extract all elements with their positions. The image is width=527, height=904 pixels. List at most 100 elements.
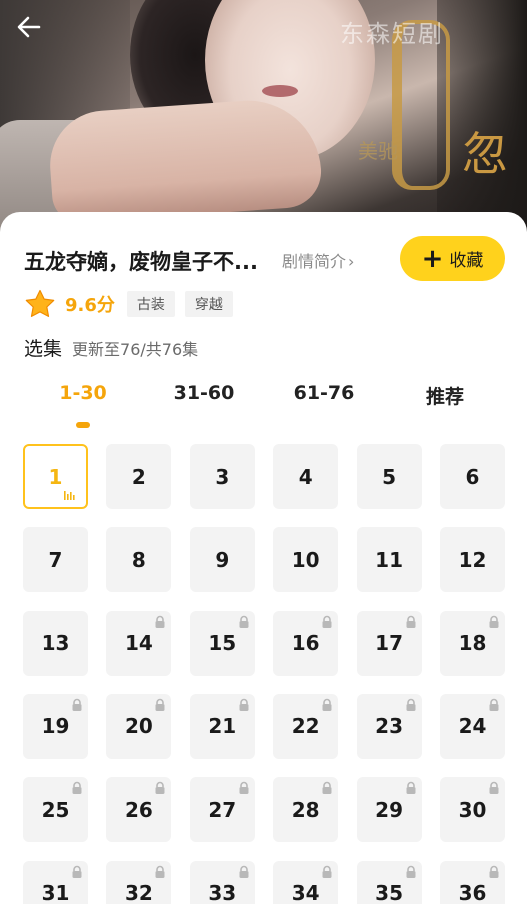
episode-cell[interactable]: 28 xyxy=(273,777,339,843)
lock-icon xyxy=(322,781,332,795)
episode-section-title: 选集 xyxy=(24,338,63,360)
episode-number: 12 xyxy=(458,547,487,572)
episode-cell[interactable]: 11 xyxy=(356,527,422,593)
episode-cell[interactable]: 29 xyxy=(356,777,422,843)
lock-icon xyxy=(489,865,499,878)
episode-number: 4 xyxy=(298,464,313,489)
episode-update-status: 更新至76/共76集 xyxy=(72,340,199,359)
episode-number: 15 xyxy=(208,631,237,656)
episode-cell[interactable]: 36 xyxy=(440,860,505,904)
episode-cell[interactable]: 13 xyxy=(23,610,88,676)
lock-icon xyxy=(155,698,165,711)
episode-cell[interactable]: 6 xyxy=(440,444,505,509)
episode-cell[interactable]: 9 xyxy=(189,527,255,593)
lock-icon xyxy=(239,781,249,795)
episode-cell[interactable]: 10 xyxy=(273,527,339,593)
rating-score: 9.6分 xyxy=(65,295,115,316)
favorite-label: 收藏 xyxy=(449,251,484,271)
detail-sheet: 五龙夺嫡，废物皇子不... 剧情简介 › + 收藏 9.6分 古装 穿越 选集 更… xyxy=(0,212,527,904)
tab-recommended[interactable]: 推荐 xyxy=(400,382,490,409)
chevron-right-icon: › xyxy=(348,252,355,271)
lock-icon xyxy=(239,865,249,878)
episode-number: 22 xyxy=(291,714,320,739)
lock-icon xyxy=(322,698,332,711)
episode-cell[interactable]: 25 xyxy=(23,777,88,843)
episode-cell[interactable]: 34 xyxy=(273,860,339,904)
episode-number: 20 xyxy=(124,714,153,739)
episode-cell[interactable]: 8 xyxy=(106,527,172,593)
episode-cell[interactable]: 31 xyxy=(23,860,88,904)
episode-number: 36 xyxy=(458,881,487,904)
arrow-left-icon xyxy=(17,16,41,38)
episode-cell[interactable]: 21 xyxy=(189,693,255,759)
lock-icon xyxy=(155,615,165,628)
episode-cell[interactable]: 35 xyxy=(356,860,422,904)
lock-icon xyxy=(489,615,499,628)
back-button[interactable] xyxy=(12,10,46,44)
episode-cell[interactable]: 4 xyxy=(273,444,339,509)
episode-cell[interactable]: 24 xyxy=(440,693,505,759)
episode-cell[interactable]: 15 xyxy=(189,610,255,676)
genre-tag: 古装 xyxy=(126,291,175,317)
episode-cell[interactable]: 19 xyxy=(23,693,88,759)
hero-lips xyxy=(262,85,298,97)
episode-cell[interactable]: 7 xyxy=(23,527,88,593)
episode-number: 32 xyxy=(124,881,153,904)
lock-icon xyxy=(322,615,332,628)
episode-cell[interactable]: 14 xyxy=(106,610,172,676)
episode-number: 21 xyxy=(208,714,237,739)
episode-cell[interactable]: 22 xyxy=(273,693,339,759)
episode-cell[interactable]: 23 xyxy=(356,693,422,759)
synopsis-link[interactable]: 剧情简介 › xyxy=(282,248,354,272)
episode-cell[interactable]: 2 xyxy=(106,444,172,509)
episode-cell[interactable]: 16 xyxy=(273,610,339,676)
episode-number: 26 xyxy=(124,797,153,822)
tab-range-61-76[interactable]: 61-76 xyxy=(279,382,369,404)
tab-range-31-60[interactable]: 31-60 xyxy=(159,382,249,404)
lock-icon xyxy=(489,698,499,711)
episode-cell[interactable]: 20 xyxy=(106,693,172,759)
episode-number: 30 xyxy=(458,797,487,822)
episode-cell[interactable]: 17 xyxy=(356,610,422,676)
episode-number: 28 xyxy=(291,797,320,822)
episode-header: 选集 更新至76/共76集 xyxy=(24,334,198,361)
episode-number: 10 xyxy=(291,547,320,572)
episode-number: 6 xyxy=(465,464,480,489)
episode-number: 33 xyxy=(208,881,237,904)
favorite-button[interactable]: + 收藏 xyxy=(400,236,505,281)
episode-cell[interactable]: 3 xyxy=(189,444,255,509)
lock-icon xyxy=(239,698,249,711)
drama-title: 五龙夺嫡，废物皇子不... xyxy=(24,250,258,274)
watermark: 东森短剧 xyxy=(340,20,444,48)
episode-number: 25 xyxy=(41,797,70,822)
lock-icon xyxy=(72,865,82,878)
episode-cell[interactable]: 27 xyxy=(189,777,255,843)
synopsis-label: 剧情简介 xyxy=(282,252,347,271)
episode-number: 7 xyxy=(48,547,63,572)
episode-number: 31 xyxy=(41,881,70,904)
episode-number: 16 xyxy=(291,631,320,656)
episode-number: 1 xyxy=(48,464,63,489)
episode-cell[interactable]: 33 xyxy=(189,860,255,904)
episode-number: 2 xyxy=(131,464,146,489)
episode-number: 3 xyxy=(215,464,230,489)
episode-cell[interactable]: 32 xyxy=(106,860,172,904)
episode-number: 35 xyxy=(375,881,404,904)
lock-icon xyxy=(406,781,416,795)
episode-number: 24 xyxy=(458,714,487,739)
episode-number: 19 xyxy=(41,714,70,739)
hero-hand xyxy=(46,95,324,225)
rating-row: 9.6分 古装 穿越 xyxy=(24,288,233,320)
tab-range-1-30[interactable]: 1-30 xyxy=(38,382,128,404)
episode-number: 14 xyxy=(124,631,153,656)
episode-number: 27 xyxy=(208,797,237,822)
episode-cell-current[interactable]: 1 xyxy=(23,444,88,509)
episode-cell[interactable]: 12 xyxy=(440,527,505,593)
episode-number: 29 xyxy=(375,797,404,822)
episode-cell[interactable]: 30 xyxy=(440,777,505,843)
lock-icon xyxy=(406,865,416,878)
episode-cell[interactable]: 5 xyxy=(356,444,422,509)
lock-icon xyxy=(406,615,416,628)
episode-cell[interactable]: 18 xyxy=(440,610,505,676)
episode-cell[interactable]: 26 xyxy=(106,777,172,843)
